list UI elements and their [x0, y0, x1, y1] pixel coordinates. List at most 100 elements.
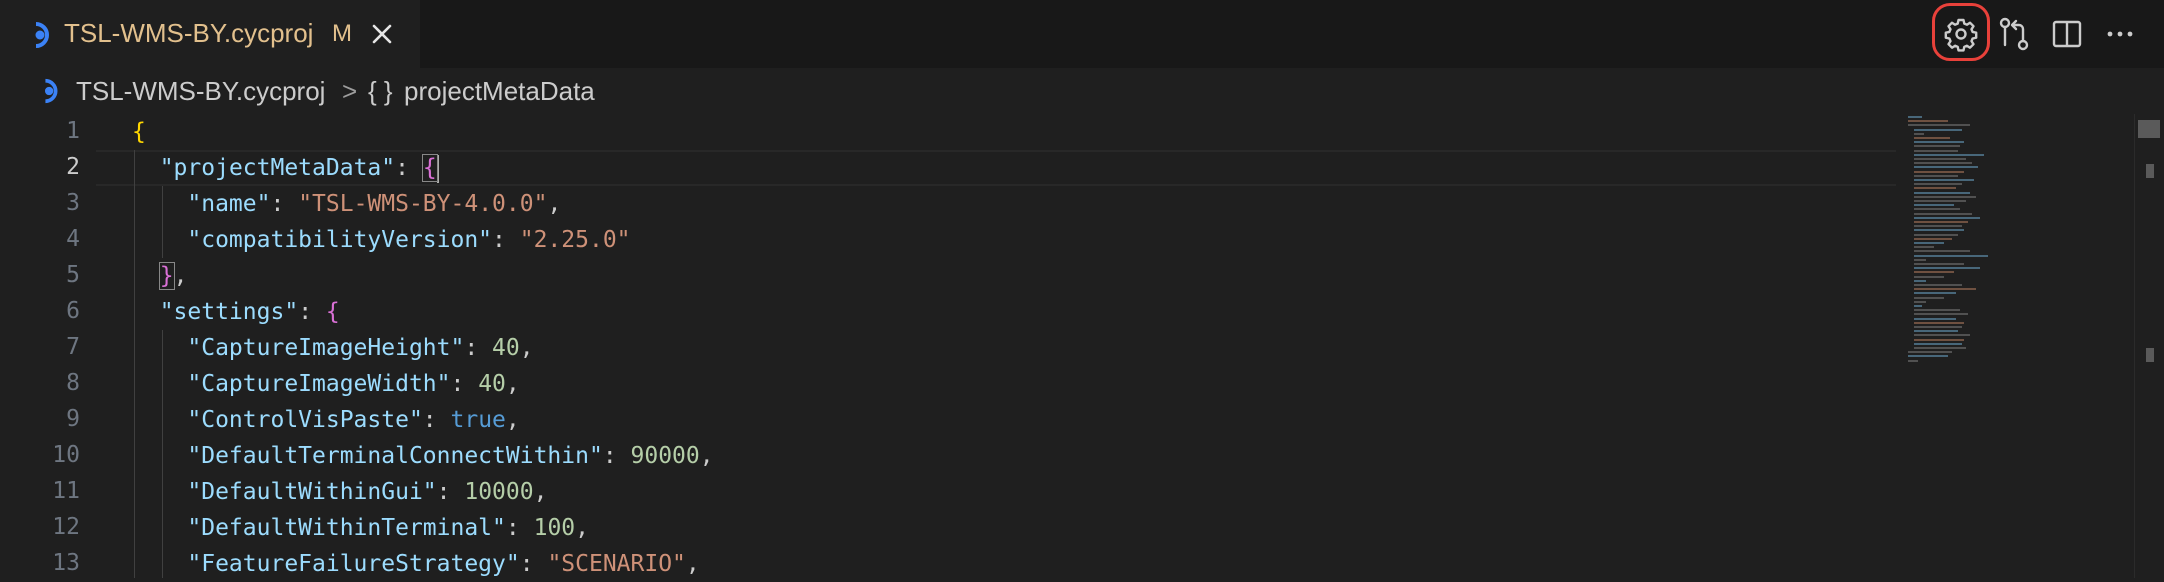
line-number: 2	[66, 154, 80, 180]
minimap-line	[1914, 334, 1970, 337]
code-token: ,	[685, 551, 700, 577]
code-token: "DefaultWithinTerminal"	[187, 515, 506, 541]
code-token: ,	[699, 443, 714, 469]
line-number: 9	[66, 406, 80, 432]
minimap-line	[1914, 195, 1976, 198]
code-token: 100	[533, 515, 576, 541]
text-cursor	[436, 154, 439, 183]
minimap-line	[1914, 158, 1966, 160]
minimap-line	[1914, 309, 1960, 312]
line-number: 11	[52, 478, 80, 504]
code-line: "CaptureImageWidth": 40,	[132, 366, 520, 402]
scrollbar-marker	[2146, 164, 2154, 178]
code-line: "name": "TSL-WMS-BY-4.0.0",	[132, 186, 561, 222]
scrollbar-marker	[2146, 348, 2154, 362]
minimap-line	[1914, 212, 1972, 215]
minimap-line	[1914, 174, 1958, 177]
minimap-line	[1914, 162, 1972, 165]
vertical-scrollbar[interactable]	[2134, 114, 2164, 578]
code-token: }	[158, 262, 175, 290]
minimap-line	[1914, 300, 1926, 303]
more-actions-icon[interactable]	[2100, 14, 2140, 54]
line-number: 5	[66, 262, 80, 288]
minimap-line	[1914, 338, 1964, 341]
compare-changes-icon[interactable]	[1994, 14, 2034, 54]
code-token: "FeatureFailureStrategy"	[187, 551, 520, 577]
object-symbol-icon: { }	[368, 76, 393, 106]
code-line: "DefaultTerminalConnectWithin": 90000,	[132, 438, 714, 474]
code-line: "FeatureFailureStrategy": "SCENARIO",	[132, 546, 700, 582]
minimap-line	[1914, 233, 1958, 236]
minimap-line	[1908, 359, 1918, 362]
line-number: 13	[52, 550, 80, 576]
minimap-line	[1914, 166, 1978, 169]
code-token: "SCENARIO"	[547, 551, 686, 577]
minimap-line	[1908, 120, 1948, 123]
editor-tab[interactable]: TSL-WMS-BY.cycproj M	[0, 0, 420, 68]
code-token: ,	[519, 335, 534, 361]
minimap-line	[1914, 330, 1958, 333]
code-token: :	[492, 227, 520, 253]
code-line: "settings": {	[132, 294, 340, 330]
line-number: 7	[66, 334, 80, 360]
close-icon[interactable]	[366, 18, 398, 50]
code-token: ,	[505, 371, 520, 397]
code-token: :	[298, 299, 326, 325]
minimap-line	[1914, 237, 1952, 240]
minimap-line	[1914, 267, 1980, 270]
code-editor[interactable]: 1 2 3 4 5 6 7 8 9 10 11 12 13 { "projectMetaData": {…	[0, 114, 2164, 578]
minimap-line	[1914, 250, 1970, 253]
code-token: {	[325, 299, 340, 325]
code-token: 40	[478, 371, 506, 397]
minimap-line	[1908, 116, 1922, 118]
code-token: "projectMetaData"	[159, 155, 396, 181]
code-line: "DefaultWithinGui": 10000,	[132, 474, 547, 510]
code-line: {	[132, 114, 146, 150]
modified-badge: M	[332, 20, 352, 47]
minimap-line	[1914, 179, 1974, 181]
minimap-line	[1914, 204, 1954, 207]
minimap-line	[1914, 279, 1926, 282]
minimap-line	[1914, 183, 1962, 186]
split-editor-icon[interactable]	[2047, 14, 2087, 54]
gear-icon[interactable]	[1941, 14, 1981, 54]
minimap-line	[1914, 200, 1966, 202]
code-token: "name"	[187, 191, 271, 217]
line-number: 8	[66, 370, 80, 396]
minimap-line	[1914, 221, 1968, 223]
code-token: :	[602, 443, 631, 469]
minimap[interactable]	[1900, 114, 2140, 578]
minimap-line	[1914, 216, 1980, 219]
code-token: :	[436, 479, 465, 505]
scrollbar-thumb[interactable]	[2138, 120, 2160, 138]
minimap-line	[1914, 342, 1962, 345]
minimap-line	[1908, 124, 1970, 127]
breadcrumb-file[interactable]: TSL-WMS-BY.cycproj	[76, 76, 325, 107]
minimap-line	[1914, 153, 1984, 156]
cycle-file-icon	[35, 22, 49, 48]
minimap-line	[1914, 128, 1962, 131]
cycle-file-icon	[44, 78, 58, 104]
code-line: "DefaultWithinTerminal": 100,	[132, 510, 589, 546]
minimap-line	[1914, 288, 1976, 291]
breadcrumb-symbol[interactable]: projectMetaData	[404, 76, 595, 107]
code-line: "CaptureImageHeight": 40,	[132, 330, 534, 366]
code-token: :	[450, 371, 479, 397]
line-number: 4	[66, 226, 80, 252]
minimap-line	[1914, 317, 1956, 320]
code-token: ,	[505, 407, 520, 433]
code-token: :	[519, 551, 548, 577]
code-token: :	[422, 407, 451, 433]
minimap-line	[1914, 229, 1964, 232]
minimap-line	[1914, 254, 1988, 257]
code-token: "CaptureImageHeight"	[187, 335, 465, 361]
code-line: "compatibilityVersion": "2.25.0"	[132, 222, 630, 258]
line-number: 1	[66, 118, 80, 144]
tab-title: TSL-WMS-BY.cycproj	[64, 18, 314, 48]
